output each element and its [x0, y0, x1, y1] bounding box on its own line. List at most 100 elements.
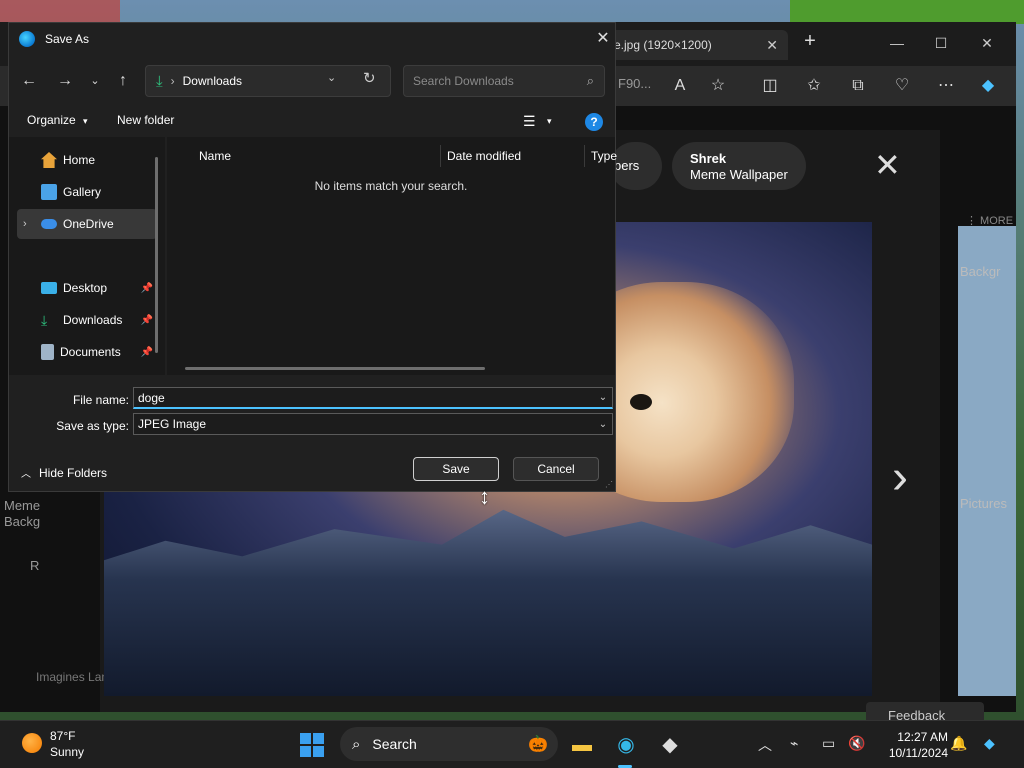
- home-icon: [41, 152, 57, 168]
- volume-muted-icon[interactable]: 🔇: [848, 735, 865, 752]
- organize-menu[interactable]: Organize ▾: [27, 113, 88, 127]
- weather-condition[interactable]: Sunny: [50, 745, 84, 759]
- left-label-r[interactable]: R: [30, 558, 39, 573]
- start-logo-tile: [300, 733, 311, 744]
- display-icon[interactable]: ▭: [822, 735, 835, 752]
- save-button[interactable]: Save: [413, 457, 499, 481]
- address-dropdown-chevron-icon[interactable]: ⌄: [327, 71, 336, 84]
- taskbar-search-label: Search: [372, 736, 417, 752]
- search-icon[interactable]: ⌕: [587, 73, 594, 89]
- weather-sun-icon[interactable]: [22, 733, 42, 753]
- left-label-backg[interactable]: Backg: [4, 514, 40, 529]
- cancel-button[interactable]: Cancel: [513, 457, 599, 481]
- dialog-close-icon[interactable]: ✕: [589, 25, 617, 53]
- documents-icon: [41, 344, 54, 360]
- refresh-icon[interactable]: ↻: [363, 69, 376, 87]
- start-button[interactable]: [300, 733, 324, 757]
- nav-item-home[interactable]: Home: [17, 145, 157, 175]
- nav-item-gallery[interactable]: Gallery: [17, 177, 157, 207]
- next-image-arrow-icon[interactable]: ›: [892, 450, 908, 505]
- file-list-horizontal-scrollbar[interactable]: [185, 367, 485, 370]
- nav-item-documents[interactable]: Documents 📌: [17, 337, 157, 367]
- forward-arrow-icon[interactable]: →: [53, 69, 77, 93]
- start-logo-tile: [313, 746, 324, 757]
- related-label-backgrounds[interactable]: Backgr: [960, 264, 1000, 279]
- read-aloud-icon[interactable]: A: [668, 74, 692, 98]
- related-chip-partial[interactable]: pers: [610, 142, 662, 190]
- maximize-button[interactable]: ☐: [918, 28, 964, 58]
- related-label-pictures[interactable]: Pictures: [960, 496, 1007, 511]
- related-image-strip[interactable]: [958, 226, 1016, 696]
- browser-tab[interactable]: e.jpg (1920×1200) ✕: [604, 30, 788, 60]
- breadcrumb-location[interactable]: Downloads: [183, 74, 242, 88]
- close-window-button[interactable]: ✕: [964, 28, 1010, 58]
- collections-icon[interactable]: ⧉: [846, 74, 870, 98]
- navigation-pane: Home Gallery › OneDrive Desktop 📌 ⤓ Down…: [9, 137, 165, 375]
- split-screen-icon[interactable]: ◫: [758, 74, 782, 98]
- save-as-type-select[interactable]: JPEG Image ⌄: [133, 413, 613, 435]
- favorites-icon[interactable]: ✩: [802, 74, 826, 98]
- file-list: Name Date modified Type No items match y…: [167, 137, 617, 375]
- minimize-button[interactable]: —: [874, 28, 920, 58]
- save-as-type-chevron-icon[interactable]: ⌄: [594, 419, 612, 430]
- roblox-icon[interactable]: ◆: [656, 731, 684, 759]
- copilot-icon[interactable]: ◆: [976, 74, 1000, 98]
- more-options-icon[interactable]: ⋯: [934, 74, 958, 98]
- nav-item-downloads[interactable]: ⤓ Downloads 📌: [17, 305, 157, 335]
- left-label-meme[interactable]: Meme: [4, 498, 40, 513]
- desktop-wallpaper-strip: [0, 0, 120, 22]
- resize-grip-icon[interactable]: ⋰: [605, 480, 613, 489]
- file-name-dropdown-chevron-icon[interactable]: ⌄: [594, 392, 612, 403]
- weather-temperature[interactable]: 87°F: [50, 729, 75, 743]
- browser-essentials-icon[interactable]: ♡: [890, 74, 914, 98]
- navigation-pane-scrollbar[interactable]: [155, 157, 158, 353]
- show-hidden-icons-chevron-icon[interactable]: ︿: [758, 735, 772, 755]
- pin-icon: 📌: [140, 346, 153, 358]
- view-options-chevron-icon[interactable]: ▾: [547, 116, 552, 127]
- copilot-taskbar-icon[interactable]: ◆: [984, 735, 995, 752]
- network-icon[interactable]: ⌁: [790, 735, 798, 752]
- nav-item-onedrive[interactable]: › OneDrive: [17, 209, 157, 239]
- save-as-type-value: JPEG Image: [138, 417, 207, 431]
- dialog-titlebar: Save As: [9, 23, 615, 55]
- system-clock[interactable]: 12:27 AM 10/11/2024: [874, 729, 948, 761]
- new-tab-button[interactable]: +: [798, 30, 822, 58]
- taskbar-search[interactable]: ⌕ Search 🎃: [340, 727, 558, 761]
- search-box: ⌕: [403, 65, 605, 97]
- up-arrow-icon[interactable]: ↑: [111, 69, 135, 93]
- column-header-name[interactable]: Name: [199, 145, 231, 167]
- edge-browser-icon[interactable]: ◉: [612, 731, 640, 759]
- chip-title: Shrek: [690, 151, 727, 166]
- hide-folders-toggle[interactable]: ︿ Hide Folders: [21, 465, 108, 481]
- search-input[interactable]: [404, 66, 564, 96]
- doge-eye: [630, 394, 652, 410]
- expand-chevron-icon[interactable]: ›: [23, 218, 27, 230]
- file-name-input[interactable]: [134, 387, 594, 408]
- dialog-command-bar: Organize ▾ New folder ☰ ▾ ?: [9, 105, 615, 137]
- more-link[interactable]: ⋮ MORE: [966, 214, 1013, 227]
- column-header-type[interactable]: Type: [591, 145, 617, 167]
- tab-close-icon[interactable]: ✕: [766, 37, 778, 54]
- back-arrow-icon[interactable]: ←: [17, 69, 41, 93]
- column-header-date-modified[interactable]: Date modified: [447, 145, 521, 167]
- view-options-icon[interactable]: ☰: [523, 113, 536, 130]
- file-explorer-icon[interactable]: ▬: [568, 731, 596, 759]
- dialog-title: Save As: [45, 32, 90, 46]
- column-separator[interactable]: [440, 145, 441, 167]
- dialog-navigation-bar: ← → ⌄ ↑ ⤓ › Downloads ⌄ ↻ ⌕: [9, 61, 615, 101]
- nav-item-desktop[interactable]: Desktop 📌: [17, 273, 157, 303]
- recent-locations-chevron-icon[interactable]: ⌄: [83, 69, 107, 93]
- breadcrumb-chevron-icon[interactable]: ›: [171, 74, 175, 88]
- file-name-field[interactable]: ⌄: [133, 387, 613, 409]
- viewer-close-icon[interactable]: ✕: [874, 149, 904, 181]
- hide-folders-label: Hide Folders: [39, 465, 108, 480]
- address-box[interactable]: ⤓ › Downloads: [145, 65, 391, 97]
- favorite-star-icon[interactable]: ☆: [706, 74, 730, 98]
- column-separator[interactable]: [584, 145, 585, 167]
- address-bar-fragment[interactable]: F90...: [618, 76, 651, 91]
- new-folder-button[interactable]: New folder: [117, 113, 174, 127]
- help-icon[interactable]: ?: [585, 113, 603, 131]
- related-chip-shrek[interactable]: Shrek Meme Wallpaper: [672, 142, 806, 190]
- notification-bell-icon[interactable]: 🔔: [950, 735, 967, 752]
- save-as-dialog: Save As ✕ ← → ⌄ ↑ ⤓ › Downloads ⌄ ↻ ⌕ Or…: [8, 22, 617, 492]
